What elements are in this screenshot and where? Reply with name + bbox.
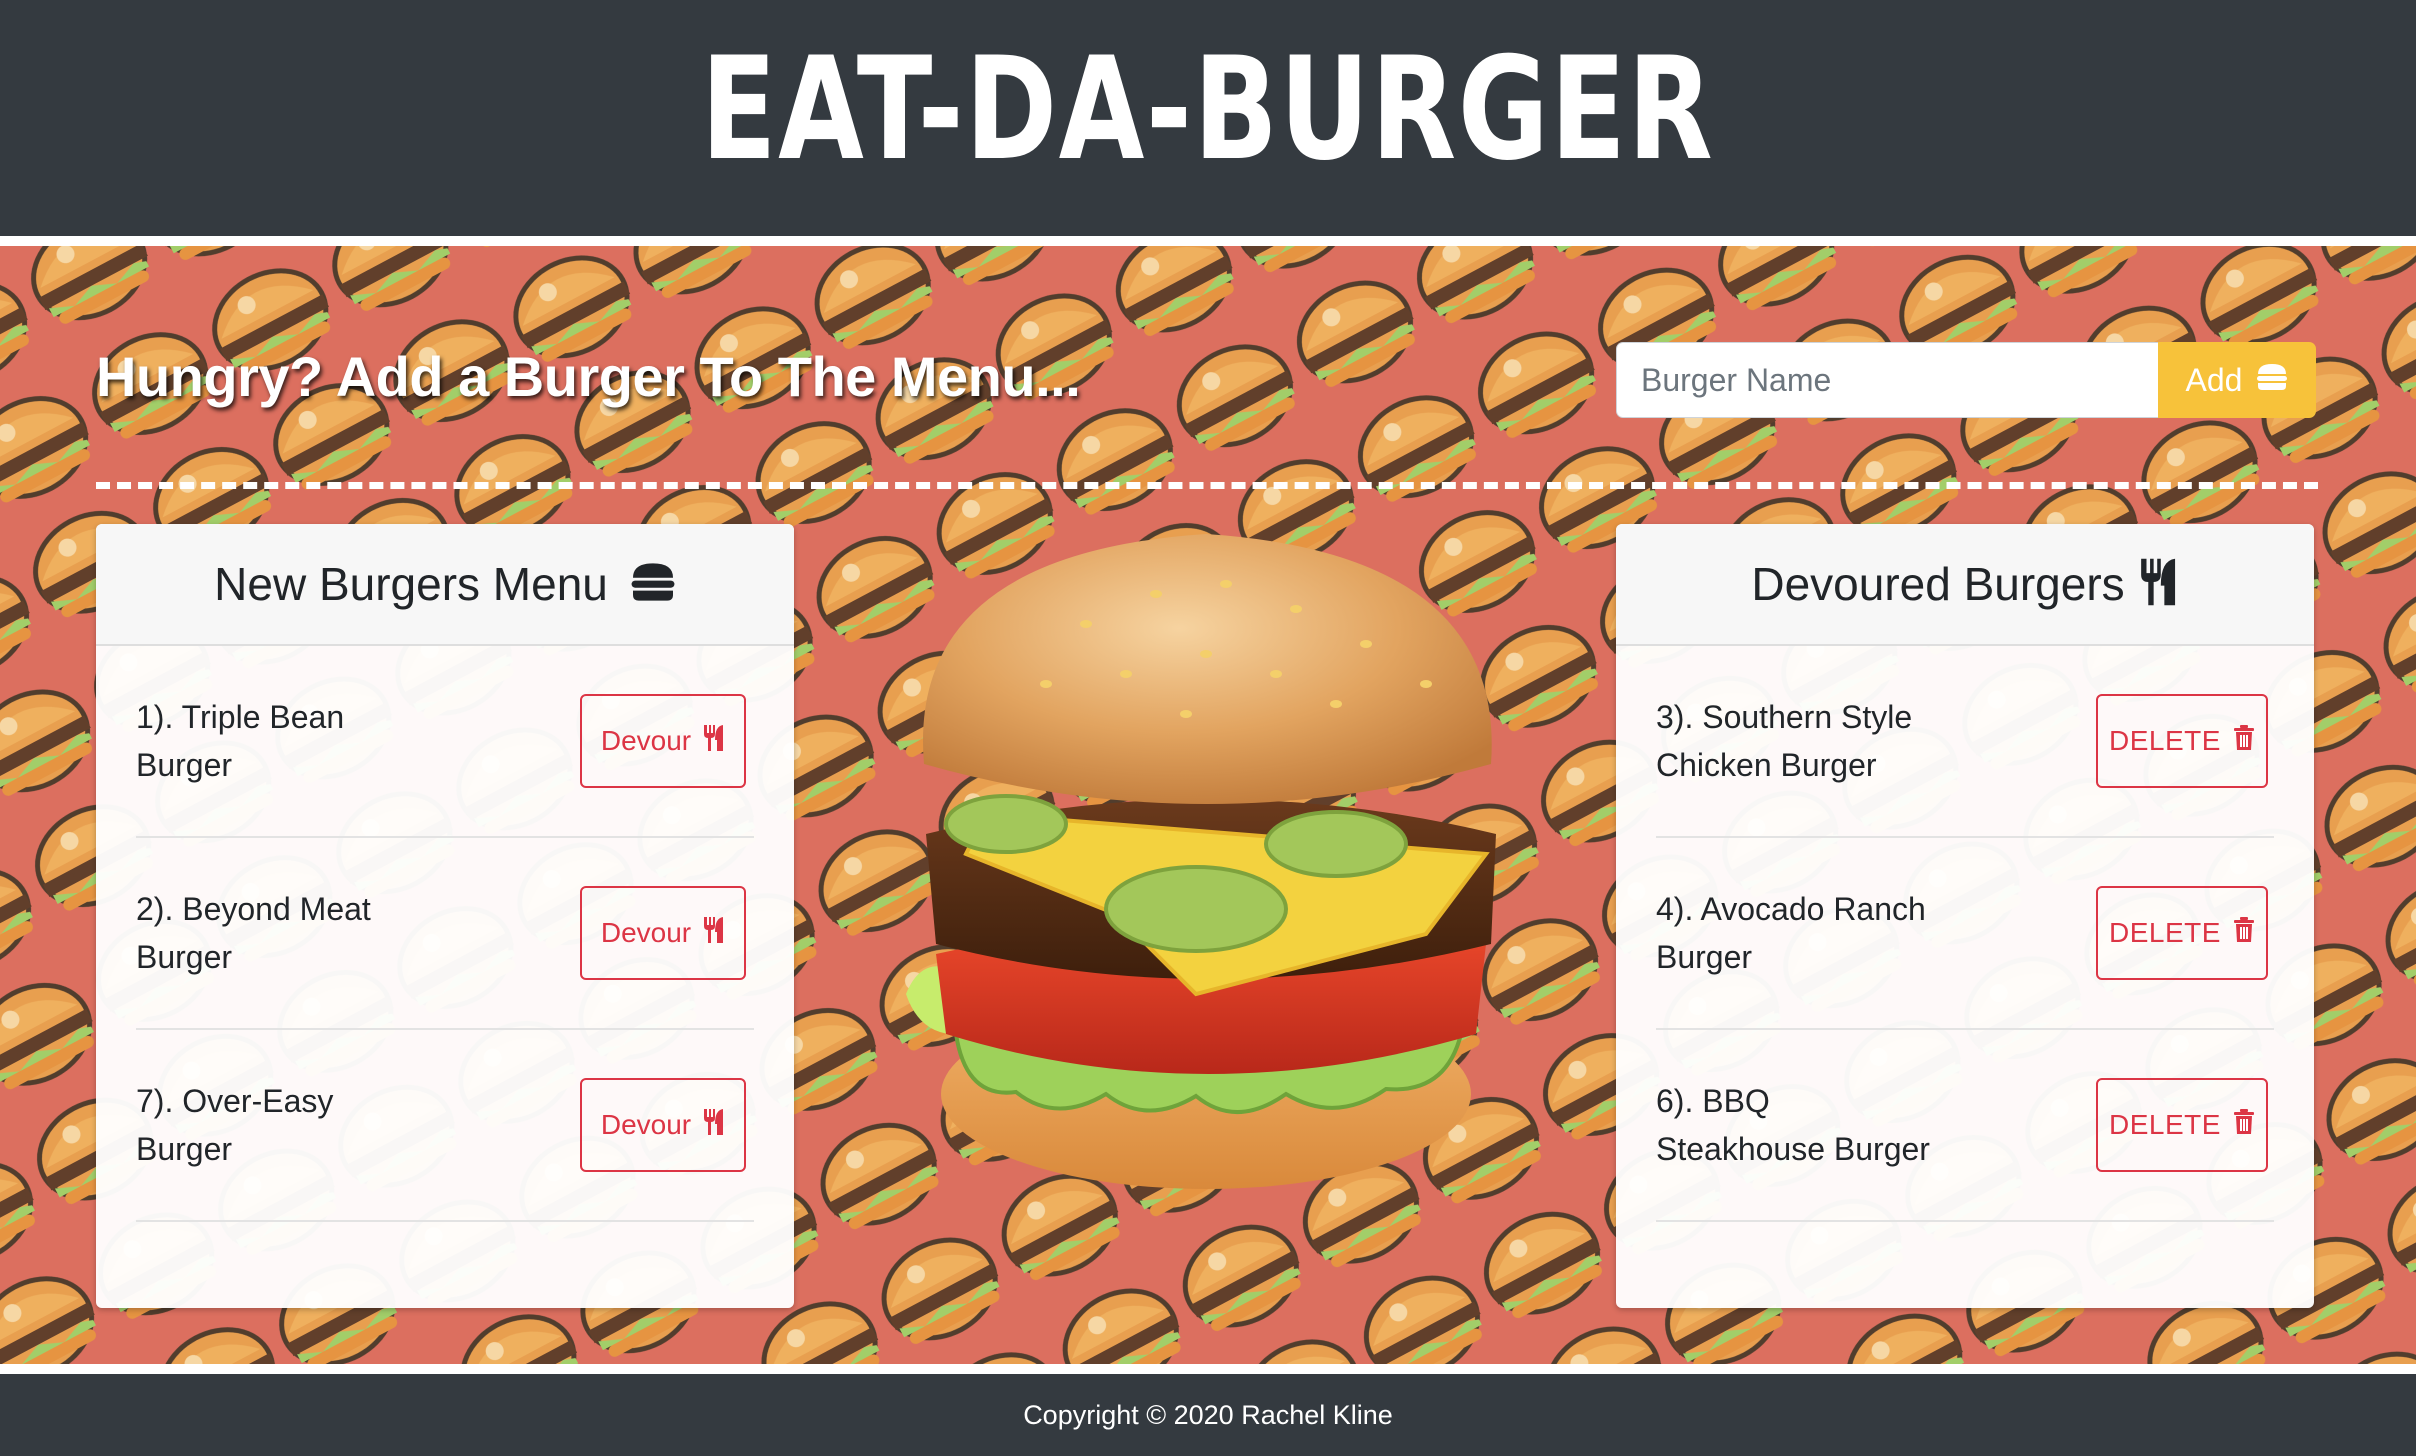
list-item: 4). Avocado Ranch Burger DELETE [1656,838,2274,1030]
delete-button[interactable]: DELETE [2096,1078,2268,1172]
burger-name-input[interactable] [1616,342,2158,418]
burger-name: 6). BBQ Steakhouse Burger [1656,1077,1956,1173]
devoured-burgers-list: 3). Southern Style Chicken Burger DELETE… [1616,646,2314,1222]
burger-name-line: Burger [136,939,233,975]
new-burgers-list: 1). Triple Bean Burger Devour 2). Beyond… [96,646,794,1222]
add-button-label: Add [2185,361,2243,398]
utensils-icon [703,724,725,759]
hamburger-icon [2256,362,2288,399]
add-burger-button[interactable]: Add [2158,342,2316,418]
utensils-icon [703,1108,725,1143]
burger-illustration [906,534,1496,1189]
list-item: 7). Over-Easy Burger Devour [136,1030,754,1222]
new-burgers-title: New Burgers Menu [214,558,608,610]
utensils-icon [703,916,725,951]
delete-button-label: DELETE [2109,917,2221,948]
new-burgers-header: New Burgers Menu [96,524,794,646]
trash-icon [2233,724,2255,758]
burger-name-line: Burger [136,1131,233,1167]
burger-name: 2). Beyond Meat Burger [136,885,396,981]
burger-name-line: Burger [136,747,233,783]
burger-name-line: 7). Over-Easy [136,1083,334,1119]
delete-button-label: DELETE [2109,1109,2221,1140]
list-item: 2). Beyond Meat Burger Devour [136,838,754,1030]
delete-button[interactable]: DELETE [2096,694,2268,788]
trash-icon [2233,916,2255,950]
devoured-burgers-title: Devoured Burgers [1751,558,2125,610]
hamburger-icon [630,562,676,607]
burger-name-line: Chicken Burger [1656,747,1877,783]
site-title: EAT-DA-BURGER [701,27,1715,192]
burger-name-line: Steakhouse Burger [1656,1131,1930,1167]
devour-button[interactable]: Devour [580,694,746,788]
burger-name-line: 4). Avocado Ranch [1656,891,1926,927]
burger-name-line: Burger [1656,939,1753,975]
dashed-divider [96,482,2318,489]
burger-name: 7). Over-Easy Burger [136,1077,396,1173]
devoured-burgers-header: Devoured Burgers [1616,524,2314,646]
new-burgers-card: New Burgers Menu 1). Triple Bean Burger … [96,524,794,1308]
devour-button-label: Devour [600,725,692,756]
list-item: 3). Southern Style Chicken Burger DELETE [1656,646,2274,838]
trash-icon [2233,1108,2255,1142]
devour-button[interactable]: Devour [580,1078,746,1172]
burger-name-line: 6). BBQ [1656,1083,1770,1119]
site-footer: Copyright © 2020 Rachel Kline [0,1374,2416,1456]
burger-name: 4). Avocado Ranch Burger [1656,885,1956,981]
utensils-icon [2139,557,2179,612]
copyright-text: Copyright © 2020 Rachel Kline [1023,1399,1393,1430]
add-burger-headline: Hungry? Add a Burger To The Menu... [96,345,1081,408]
burger-name: 1). Triple Bean Burger [136,693,396,789]
burger-name-line: 3). Southern Style [1656,699,1913,735]
devoured-burgers-card: Devoured Burgers 3). Southern Style Chic… [1616,524,2314,1308]
burger-name: 3). Southern Style Chicken Burger [1656,693,1956,789]
list-item: 1). Triple Bean Burger Devour [136,646,754,838]
add-burger-form: Add [1616,342,2316,418]
devour-button-label: Devour [600,917,692,948]
devour-button-label: Devour [600,1109,692,1140]
list-item: 6). BBQ Steakhouse Burger DELETE [1656,1030,2274,1222]
delete-button-label: DELETE [2109,725,2221,756]
site-header: EAT-DA-BURGER [0,0,2416,236]
burger-name-line: 1). Triple Bean [136,699,345,735]
delete-button[interactable]: DELETE [2096,886,2268,980]
devour-button[interactable]: Devour [580,886,746,980]
burger-name-line: 2). Beyond Meat [136,891,371,927]
